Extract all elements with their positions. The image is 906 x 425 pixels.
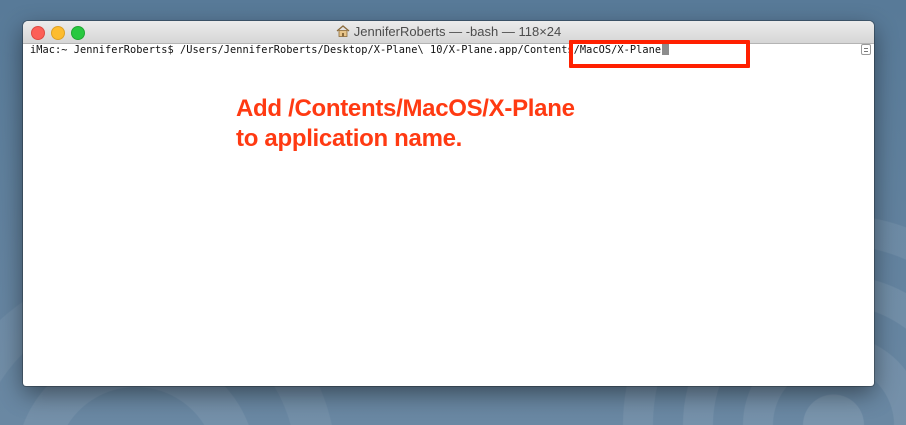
home-icon xyxy=(336,25,350,37)
scroll-bar-icon[interactable] xyxy=(861,44,871,55)
annotation-callout: Add /Contents/MacOS/X-Plane to applicati… xyxy=(236,94,575,154)
annotation-line-1: Add /Contents/MacOS/X-Plane xyxy=(236,95,575,122)
window-title: JenniferRoberts — -bash — 118×24 xyxy=(23,24,874,39)
annotation-line-2: to application name. xyxy=(236,125,463,152)
highlight-box xyxy=(569,40,750,68)
terminal-window[interactable]: JenniferRoberts — -bash — 118×24 iMac:~ … xyxy=(23,21,874,386)
window-title-text: JenniferRoberts — -bash — 118×24 xyxy=(353,24,562,39)
shell-prompt: iMac:~ JenniferRoberts$ xyxy=(30,44,180,56)
